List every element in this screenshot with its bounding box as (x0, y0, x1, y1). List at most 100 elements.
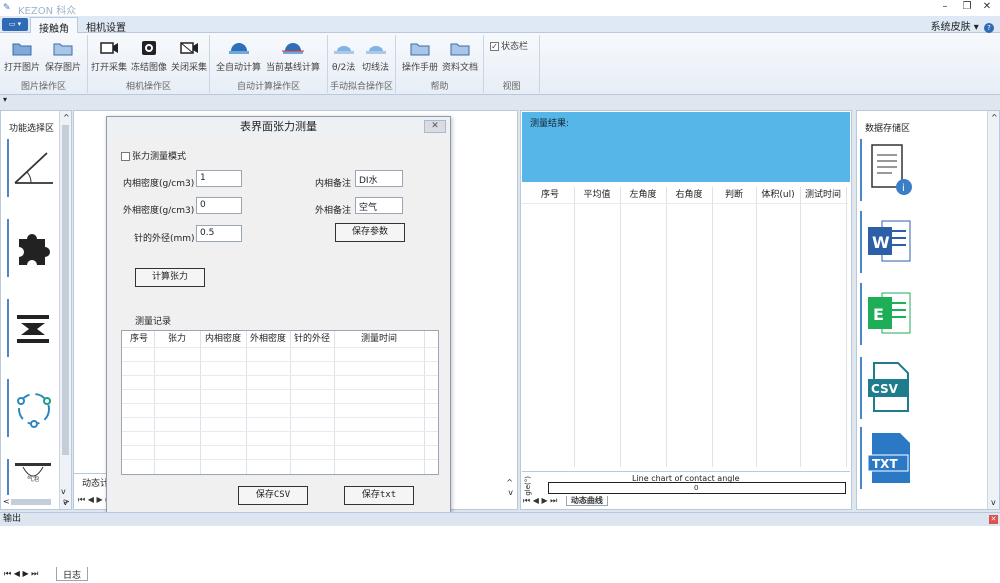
interfacial-tension-tool[interactable] (7, 299, 59, 357)
docs-button[interactable]: 资料文档 (442, 39, 478, 73)
output-header: 输出 ✕ (0, 513, 1000, 526)
skin-selector[interactable]: 系统皮肤 ▾ ? (931, 18, 994, 33)
tab-camera-settings[interactable]: 相机设置 (78, 17, 134, 34)
scroll-down-icon[interactable]: v (61, 487, 66, 496)
checkbox-unchecked-icon (121, 152, 130, 161)
full-auto-calc-button[interactable]: 全自动计算 (216, 39, 261, 73)
report-export-button[interactable]: i (860, 139, 918, 201)
save-image-button[interactable]: 保存图片 (45, 39, 81, 73)
inner-density-label: 内相密度(g/cm3) (123, 179, 195, 189)
grid-line (712, 187, 713, 467)
function-panel-scrollbar[interactable]: ^ v (59, 111, 71, 509)
outer-note-label: 外相备注 (315, 206, 352, 216)
data-storage-panel: 数据存储区 i W E CSV TXT ^ v (856, 110, 1000, 510)
data-panel-scrollbar[interactable]: ^ v (987, 111, 999, 509)
save-params-button[interactable]: 保存参数 (335, 223, 405, 242)
quick-access-toolbar[interactable]: ▾ (0, 95, 1000, 107)
scroll-down-icon[interactable]: v (991, 498, 996, 507)
results-col-header: 测试时间 (804, 190, 841, 200)
save-csv-button[interactable]: 保存CSV (238, 486, 308, 505)
tab-contact-angle[interactable]: 接触角 (30, 17, 78, 35)
results-col-header: 平均值 (583, 190, 611, 200)
sheet-nav[interactable]: ⏮ ◀ ▶ ⏭ 动态曲线 (521, 495, 851, 509)
outer-density-label: 外相密度(g/cm3) (123, 206, 195, 216)
sheet-nav[interactable]: ⏮ ◀ ▶ ⏭ (4, 569, 38, 579)
baseline-calc-button[interactable]: 当前基线计算 (266, 39, 320, 73)
sliding-angle-tool[interactable] (7, 379, 59, 437)
records-label: 测量记录 (135, 317, 172, 327)
scroll-right-icon[interactable]: > (63, 497, 70, 506)
dialog-close-button[interactable]: ✕ (424, 120, 446, 133)
minimize-button[interactable]: – (936, 1, 954, 15)
surface-energy-tool[interactable] (7, 219, 59, 277)
needle-diameter-input[interactable]: 0.5 (196, 225, 242, 242)
contact-angle-tool[interactable] (7, 139, 59, 197)
statusbar-checkbox[interactable]: ✓ 状态栏 (490, 39, 528, 52)
results-col-header: 体积(ul) (761, 190, 795, 200)
theta-half-button[interactable]: θ/2法 (332, 39, 355, 73)
close-icon[interactable]: ✕ (989, 515, 998, 524)
csv-export-button[interactable]: CSV (860, 357, 918, 419)
scroll-up-icon[interactable]: ^ (991, 113, 998, 122)
ribbon-group-auto: 全自动计算 当前基线计算 自动计算操作区 (210, 35, 328, 93)
circle-nodes-icon (17, 393, 51, 428)
freeze-image-button[interactable]: 冻结图像 (131, 39, 167, 73)
horizontal-scroll-thumb[interactable] (11, 499, 51, 505)
contact-angle-icon (14, 152, 53, 184)
app-menu-button[interactable]: ▭ ▾ (2, 18, 28, 31)
csv-icon: CSV (868, 362, 909, 412)
ribbon-group-manual: θ/2法 切线法 手动拟合操作区 (328, 35, 396, 93)
grid-line (122, 445, 438, 446)
results-col-header: 左角度 (629, 190, 657, 200)
open-capture-button[interactable]: 打开采集 (91, 39, 127, 73)
scroll-thumb[interactable] (62, 125, 69, 455)
ribbon-group-label: 图片操作区 (20, 82, 66, 92)
svg-text:气泡: 气泡 (27, 475, 39, 483)
save-txt-button[interactable]: 保存txt (344, 486, 414, 505)
skin-label: 系统皮肤 (930, 22, 971, 33)
grid-line (666, 187, 667, 467)
close-capture-button[interactable]: 关闭采集 (171, 39, 207, 73)
close-button[interactable]: ✕ (978, 1, 996, 15)
calc-tension-button[interactable]: 计算张力 (135, 268, 205, 287)
tab-dynamic-curve[interactable]: 动态曲线 (565, 496, 608, 506)
sheet-nav-arrows[interactable]: ⏮ ◀ ▶ ⏭ (523, 496, 557, 505)
ribbon-group-help: 操作手册 资料文档 帮助 (396, 35, 484, 93)
svg-text:E: E (873, 305, 884, 324)
results-col-header: 序号 (540, 190, 559, 200)
records-col-header: 测量时间 (360, 334, 397, 344)
scroll-up-icon[interactable]: ^ (506, 478, 513, 487)
interfacial-tension-dialog: 表界面张力测量 ✕ 张力测量模式 内相密度(g/cm3) 1 外相密度(g/cm… (106, 116, 451, 518)
tab-log[interactable]: 日志 (56, 567, 89, 581)
dialog-title: 表界面张力测量 (107, 117, 450, 137)
inner-note-input[interactable]: DI水 (355, 170, 403, 187)
function-panel: 功能选择区 ^ v 气泡 v < > (0, 110, 72, 510)
grid-line (756, 187, 757, 467)
output-title: 输出 (3, 514, 22, 524)
results-grid: 序号 平均值 左角度 右角度 判断 体积(ul) 测试时间 (522, 187, 850, 467)
results-col-header: 右角度 (675, 190, 703, 200)
inner-density-input[interactable]: 1 (196, 170, 242, 187)
outer-density-input[interactable]: 0 (196, 197, 242, 214)
checkbox-checked-icon: ✓ (490, 42, 499, 51)
manual-button[interactable]: 操作手册 (402, 39, 438, 73)
scroll-left-icon[interactable]: < (3, 497, 10, 506)
results-col-header: 判断 (724, 190, 743, 200)
pendant-drop-tool[interactable]: 气泡 (7, 459, 59, 495)
open-image-button[interactable]: 打开图片 (4, 39, 40, 73)
help-icon[interactable]: ? (984, 23, 994, 33)
word-export-button[interactable]: W (860, 211, 918, 273)
records-col-header: 针的外径 (293, 334, 330, 344)
txt-export-button[interactable]: TXT (860, 427, 918, 489)
excel-export-button[interactable]: E (860, 283, 918, 345)
freeze-camera-icon (142, 41, 156, 55)
outer-note-input[interactable]: 空气 (355, 197, 403, 214)
records-col-header: 外相密度 (249, 334, 286, 344)
scroll-down-icon[interactable]: v (508, 488, 513, 497)
title-bar: ✎ KEZON 科众 – ❐ ✕ (0, 0, 1000, 17)
tension-mode-checkbox[interactable]: 张力测量模式 (121, 149, 186, 162)
scroll-up-icon[interactable]: ^ (63, 113, 70, 122)
restore-button[interactable]: ❐ (958, 1, 976, 15)
grid-line (122, 459, 438, 460)
tangent-button[interactable]: 切线法 (362, 39, 389, 73)
